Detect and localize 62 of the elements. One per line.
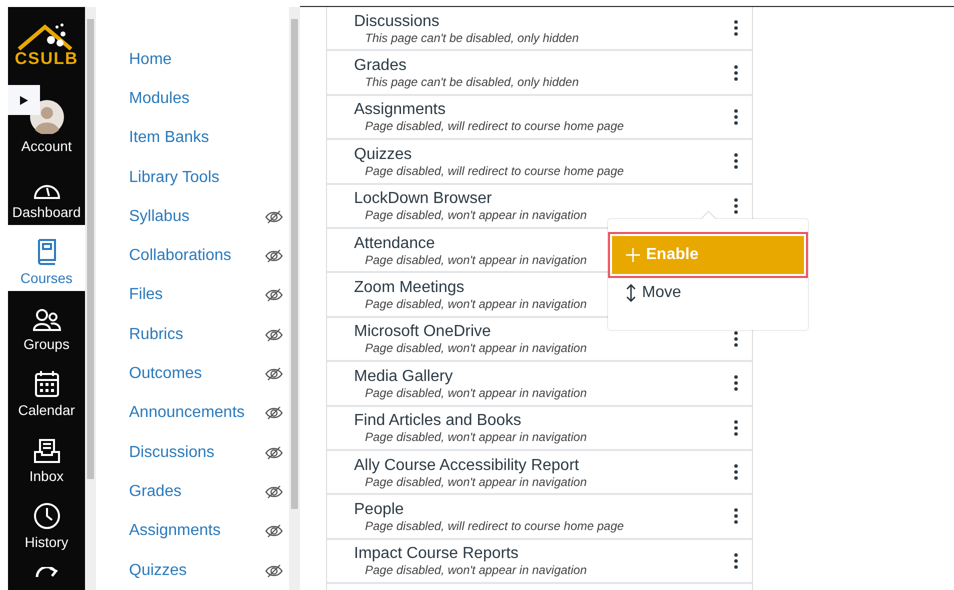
page-status: Page disabled, won't appear in navigation (364, 430, 587, 444)
page-status: This page can't be disabled, only hidden (364, 30, 579, 45)
clock-icon (32, 502, 60, 530)
page-name: Discussions (354, 12, 440, 31)
page-status: Page disabled, will redirect to course home page (364, 119, 624, 134)
page-name: Grades (354, 56, 406, 76)
page-name: Zoom Meetings (354, 278, 464, 298)
course-nav-link[interactable]: Assignments (129, 522, 221, 540)
page-status: Page disabled, won't appear in navigation (364, 341, 587, 356)
page-status: Page disabled, won't appear in navigation (364, 297, 587, 312)
logo-text: CSULB (14, 49, 78, 69)
page-status: Page disabled, won't appear in navigation (364, 252, 587, 267)
nav-item[interactable]: Inbox (8, 423, 85, 489)
nav-item[interactable]: Account (8, 77, 85, 159)
expand-button[interactable] (8, 85, 40, 115)
page-name: Find Articles and Books (354, 411, 522, 430)
nav-item[interactable]: History (8, 489, 85, 555)
page-status: Page disabled, will redirect to course home page (364, 164, 624, 178)
course-nav-link[interactable]: Files (129, 286, 163, 304)
course-nav-link[interactable]: Outcomes (129, 365, 202, 384)
course-nav-link[interactable]: Rubrics (129, 326, 184, 344)
course-nav-link[interactable]: Syllabus (129, 208, 190, 226)
course-nav-link[interactable]: Home (129, 50, 172, 69)
avatar-icon (30, 100, 64, 134)
course-nav-link[interactable]: Quizzes (129, 562, 187, 580)
page-name: Impact Course Reports (354, 544, 519, 564)
up-down-arrow-icon (626, 284, 636, 302)
nav-item[interactable]: Groups (8, 291, 85, 357)
arrow-icon (34, 567, 58, 577)
page-status: Page disabled, won't appear in navigation (364, 386, 587, 400)
nav-item[interactable]: Courses (8, 225, 85, 291)
play-icon (20, 96, 28, 104)
page-name: Microsoft OneDrive (354, 322, 491, 342)
page-name: Attendance (354, 234, 435, 253)
page-status: Page disabled, will redirect to course home page (364, 518, 624, 533)
nav-item[interactable]: Calendar (8, 357, 85, 423)
plus-icon (626, 248, 640, 262)
calendar-icon (34, 370, 60, 398)
scrollbar[interactable] (289, 7, 300, 590)
menu-item[interactable]: Move (612, 274, 804, 312)
page-status: Page disabled, won't appear in navigation (364, 474, 587, 489)
course-nav-link[interactable]: Collaborations (129, 247, 232, 266)
scrollbar[interactable] (85, 7, 96, 590)
course-nav-link[interactable]: Discussions (129, 444, 214, 462)
page-name: People (354, 500, 404, 519)
course-nav-link[interactable]: Grades (129, 482, 182, 501)
course-nav-link[interactable]: Announcements (129, 404, 245, 422)
page-status: This page can't be disabled, only hidden (364, 75, 579, 90)
people-icon (32, 308, 62, 332)
book-icon (36, 238, 58, 266)
course-nav-link[interactable]: Modules (129, 90, 190, 108)
course-nav-link[interactable]: Library Tools (129, 168, 220, 187)
page-status: Page disabled, won't appear in navigation (364, 563, 587, 578)
page-name: LockDown Browser (354, 189, 492, 208)
page-name: Media Gallery (354, 366, 453, 386)
course-nav-link[interactable]: Item Banks (129, 129, 210, 148)
page-name: Ally Course Accessibility Report (354, 456, 579, 475)
nav-item[interactable]: Dashboard (8, 159, 85, 225)
page-name: Quizzes (354, 144, 412, 164)
page-status: Page disabled, won't appear in navigation (364, 208, 587, 222)
inbox-icon (32, 438, 60, 464)
page-name: Assignments (354, 100, 446, 120)
